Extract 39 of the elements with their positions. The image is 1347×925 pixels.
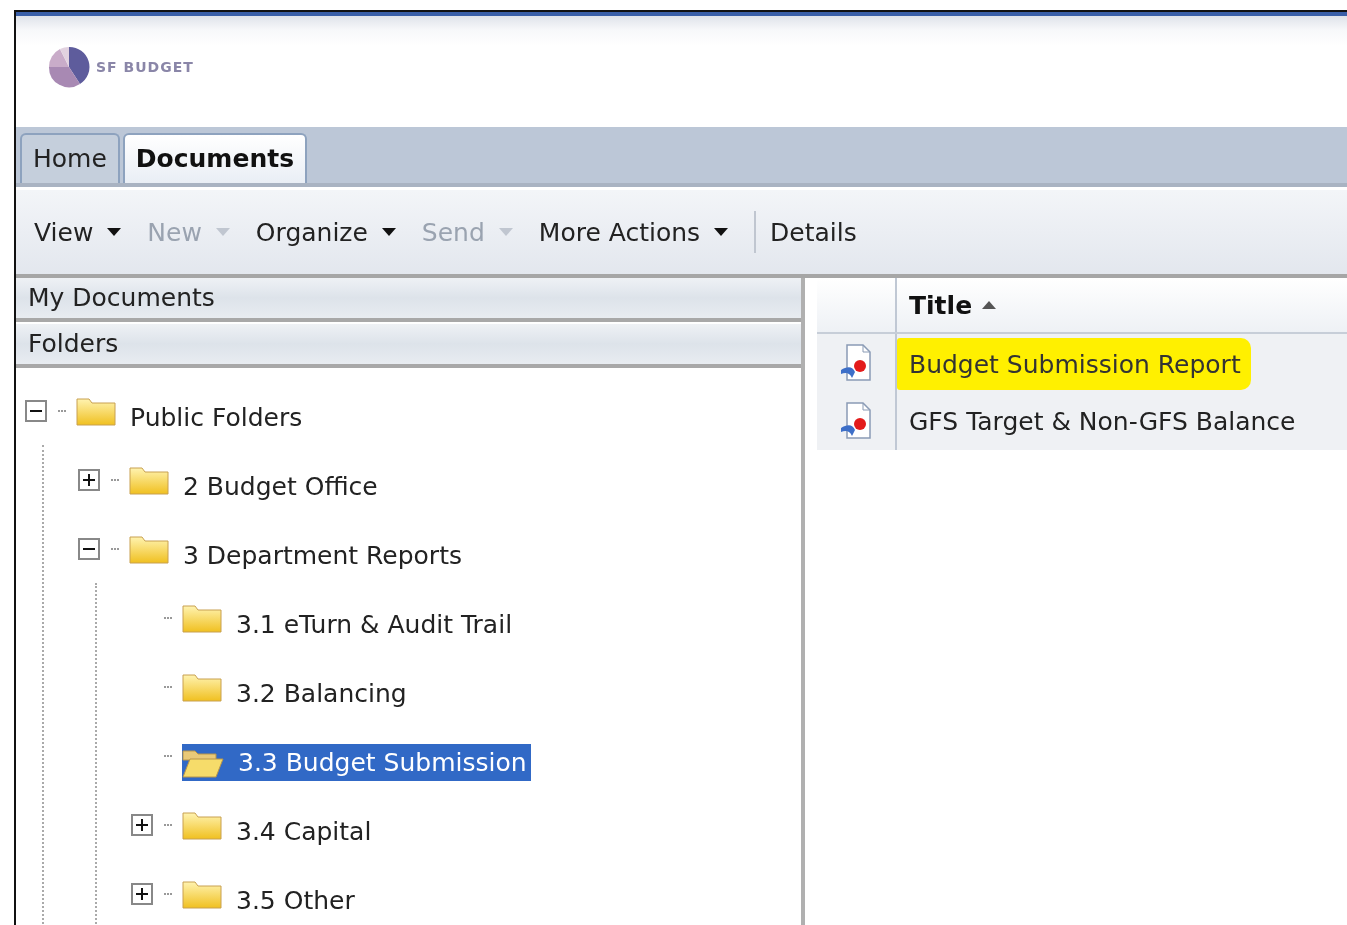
details-button[interactable]: Details <box>770 213 873 251</box>
document-title[interactable]: Budget Submission Report <box>897 338 1251 390</box>
folder-icon <box>182 809 222 840</box>
section-header[interactable]: Folders <box>16 324 801 368</box>
caret-icon <box>215 228 230 236</box>
collapse-icon[interactable] <box>78 537 100 560</box>
expand-icon[interactable] <box>78 468 100 491</box>
collapse-icon[interactable] <box>25 399 47 422</box>
folder-item[interactable]: Public Folders <box>126 401 307 434</box>
tab[interactable]: Home <box>20 133 120 183</box>
caret-icon <box>498 228 513 236</box>
expand-icon[interactable] <box>131 882 153 905</box>
folder-item[interactable]: 2 Budget Office <box>179 470 382 503</box>
pie-chart-icon <box>48 46 90 88</box>
folder-item[interactable]: 3.2 Balancing <box>232 677 411 710</box>
document-icon <box>839 344 873 382</box>
tab[interactable]: Documents <box>122 133 307 183</box>
folder-icon <box>182 602 222 633</box>
menu-button[interactable]: View <box>34 213 138 251</box>
folder-icon <box>129 533 169 564</box>
caret-icon <box>381 228 396 236</box>
folder-icon <box>76 395 116 426</box>
caret-icon <box>714 228 729 236</box>
column-header[interactable]: Title <box>909 290 973 320</box>
folder-item[interactable]: 3.1 eTurn & Audit Trail <box>232 608 517 641</box>
document-icon <box>839 402 873 440</box>
menu-button[interactable]: Organize <box>255 213 412 251</box>
caret-icon <box>107 228 122 236</box>
menu-button[interactable]: More Actions <box>538 213 745 251</box>
section-header[interactable]: My Documents <box>16 278 801 322</box>
folder-icon <box>182 878 222 909</box>
folder-icon <box>182 671 222 702</box>
folder-icon <box>129 464 169 495</box>
folder-item[interactable]: 3.4 Capital <box>232 815 376 848</box>
expand-icon[interactable] <box>131 813 153 836</box>
logo-text: SF BUDGET <box>96 59 194 75</box>
folder-item[interactable]: 3 Department Reports <box>179 539 466 572</box>
sort-arrow-icon[interactable] <box>982 299 997 311</box>
folder-item[interactable]: 3.5 Other <box>232 884 359 917</box>
